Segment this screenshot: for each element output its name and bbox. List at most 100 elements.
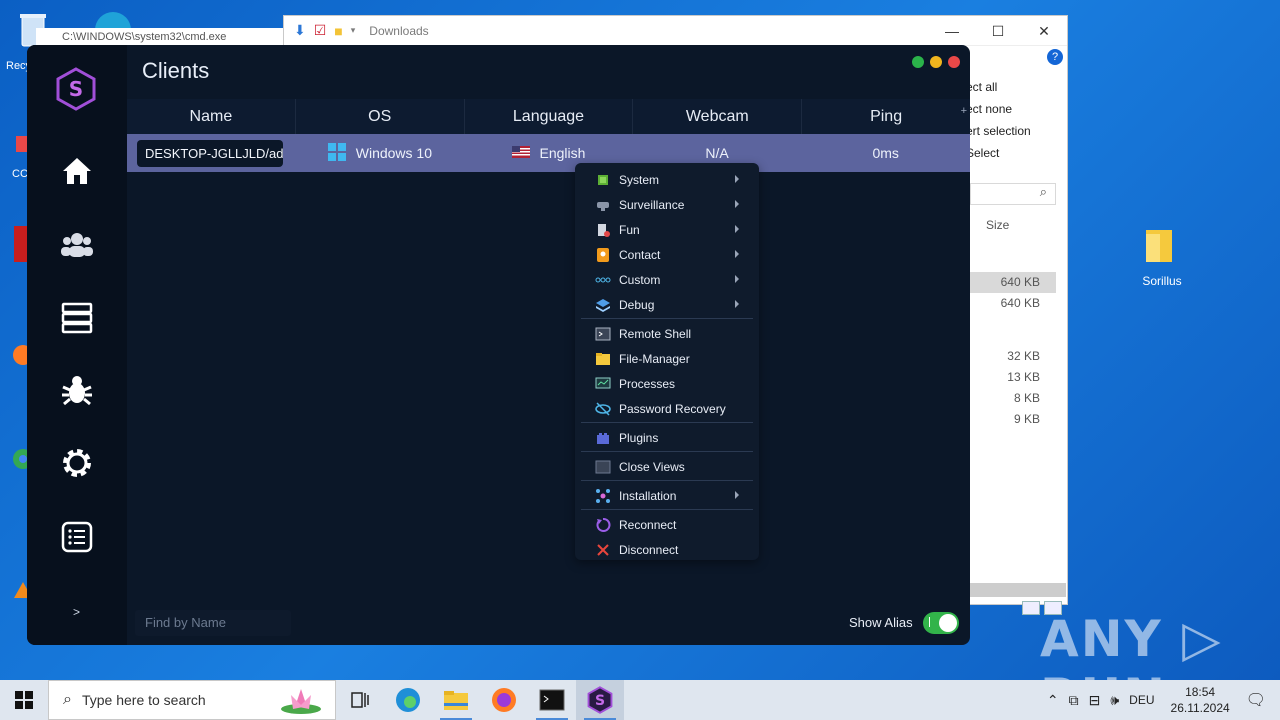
menu-label: Contact (619, 247, 661, 262)
menu-label: Fun (619, 222, 640, 237)
size-column-header[interactable]: Size (986, 218, 1009, 232)
fun-icon (595, 222, 611, 238)
menu-item-processes[interactable]: Processes (579, 371, 755, 396)
edge-browser-icon[interactable] (384, 680, 432, 720)
home-icon[interactable] (59, 153, 95, 189)
menu-item-reconnect[interactable]: Reconnect (579, 512, 755, 537)
file-size: 640 KB (970, 272, 1056, 293)
menu-label: Processes (619, 376, 676, 391)
minimize-button[interactable]: — (929, 16, 975, 46)
chevron-right-icon (735, 275, 739, 283)
chevron-right-icon (735, 250, 739, 258)
column-header-name[interactable]: Name (127, 99, 296, 134)
input-language[interactable]: DEU (1129, 693, 1154, 707)
folder-icon[interactable] (1144, 226, 1174, 266)
start-button[interactable] (0, 680, 48, 720)
list-icon[interactable] (59, 519, 95, 555)
chevron-up-icon[interactable]: ⌃ (1047, 692, 1059, 709)
terminal-icon (595, 326, 611, 342)
system-clock[interactable]: 18:54 26.11.2024 (1171, 684, 1230, 716)
network-device-icon[interactable]: ⧉ (1069, 692, 1079, 709)
column-header-ping[interactable]: Ping (802, 99, 970, 134)
taskbar-search-input[interactable]: ⌕ Type here to search (48, 680, 336, 720)
chevron-right-icon (735, 300, 739, 308)
menu-item-custom[interactable]: Custom (579, 267, 755, 292)
menu-item-installation[interactable]: Installation (579, 483, 755, 508)
windows-logo-icon (327, 142, 346, 164)
column-header-os[interactable]: OS (296, 99, 465, 134)
clients-table-header: Name OS Language Webcam Ping (127, 99, 970, 134)
users-icon[interactable] (59, 226, 95, 262)
windows-logo-icon (15, 691, 33, 709)
camera-icon (595, 197, 611, 213)
sorillus-app-icon[interactable]: S (576, 680, 624, 720)
firefox-icon[interactable] (480, 680, 528, 720)
add-column-icon[interactable]: + (961, 105, 967, 117)
invert-selection-item[interactable]: ert selection (966, 120, 1031, 142)
menu-item-plugins[interactable]: Plugins (579, 425, 755, 450)
explorer-search-input[interactable]: ⌕ (970, 183, 1056, 205)
menu-label: Close Views (619, 459, 685, 474)
us-flag-icon (511, 145, 530, 161)
chevron-right-icon (735, 225, 739, 233)
cmd-window-title[interactable]: C:\WINDOWS\system32\cmd.exe (36, 28, 283, 46)
select-none-item[interactable]: ect none (966, 98, 1031, 120)
client-name[interactable]: DESKTOP-JGLLJLD/admin (137, 139, 283, 167)
cmd-terminal-icon[interactable] (528, 680, 576, 720)
taskbar: ⌕ Type here to search S ⌃ ⧉ ⊟ 🕪 DEU 18:5… (0, 680, 1280, 720)
close-x-icon (595, 542, 611, 558)
menu-label: System (619, 172, 660, 187)
settings-gear-icon[interactable] (59, 445, 95, 481)
file-size: 9 KB (1013, 412, 1040, 426)
menu-item-fun[interactable]: Fun (579, 217, 755, 242)
checklist-icon: ☑ (313, 22, 327, 38)
menu-label: Reconnect (619, 517, 677, 532)
show-alias-toggle[interactable] (923, 612, 959, 634)
menu-label: Installation (619, 488, 677, 503)
menu-item-remote-shell[interactable]: Remote Shell (579, 321, 755, 346)
server-list-icon[interactable] (59, 300, 95, 336)
task-view-icon[interactable] (336, 680, 384, 720)
system-tray: ⌃ ⧉ ⊟ 🕪 DEU 18:54 26.11.2024 🗨 (1047, 680, 1280, 720)
file-explorer-icon[interactable] (432, 680, 480, 720)
svg-text:S: S (595, 693, 605, 709)
select-all-item[interactable]: ect all (966, 76, 1031, 98)
menu-item-file-manager[interactable]: File-Manager (579, 346, 755, 371)
menu-item-password-recovery[interactable]: Password Recovery (579, 396, 755, 421)
chevron-down-icon[interactable]: ▾ (351, 25, 356, 36)
network-icon[interactable]: ⊟ (1089, 692, 1101, 709)
help-icon[interactable]: ? (1047, 49, 1063, 65)
yellow-dot-button[interactable] (930, 56, 942, 68)
column-header-language[interactable]: Language (465, 99, 634, 134)
contact-book-icon (595, 247, 611, 263)
menu-divider (581, 480, 753, 481)
volume-icon[interactable]: 🕪 (1110, 692, 1119, 709)
bug-icon[interactable] (59, 372, 95, 408)
menu-item-surveillance[interactable]: Surveillance (579, 192, 755, 217)
menu-item-close-views[interactable]: Close Views (579, 454, 755, 479)
clock-date: 26.11.2024 (1170, 701, 1230, 715)
client-ping: 0ms (872, 145, 899, 161)
menu-divider (581, 451, 753, 452)
column-header-webcam[interactable]: Webcam (633, 99, 803, 134)
horizontal-scrollbar[interactable] (970, 583, 1066, 597)
menu-item-contact[interactable]: Contact (579, 242, 755, 267)
page-title: Clients (142, 58, 210, 83)
lotus-decoration-icon (281, 689, 321, 714)
close-button[interactable]: ✕ (1021, 16, 1067, 46)
size-column: 640 KB 640 KB 32 KB 13 KB 8 KB 9 KB (970, 272, 1056, 430)
notifications-icon[interactable]: 🗨 (1246, 690, 1266, 710)
menu-item-debug[interactable]: Debug (579, 292, 755, 317)
green-dot-button[interactable] (912, 56, 924, 68)
maximize-button[interactable]: ☐ (975, 16, 1021, 46)
menu-label: Custom (619, 272, 661, 287)
details-view-icon[interactable] (1022, 601, 1040, 615)
menu-item-disconnect[interactable]: Disconnect (579, 537, 755, 562)
desktop-folder-label: Sorillus (1142, 274, 1182, 288)
find-by-name-input[interactable]: Find by Name (135, 610, 291, 636)
menu-item-system[interactable]: System (579, 167, 755, 192)
red-dot-button[interactable] (948, 56, 960, 68)
table-row[interactable]: DESKTOP-JGLLJLD/admin Windows 10 English… (127, 134, 970, 172)
expand-sidebar-button[interactable]: > (73, 605, 80, 619)
chevron-right-icon (735, 175, 739, 183)
